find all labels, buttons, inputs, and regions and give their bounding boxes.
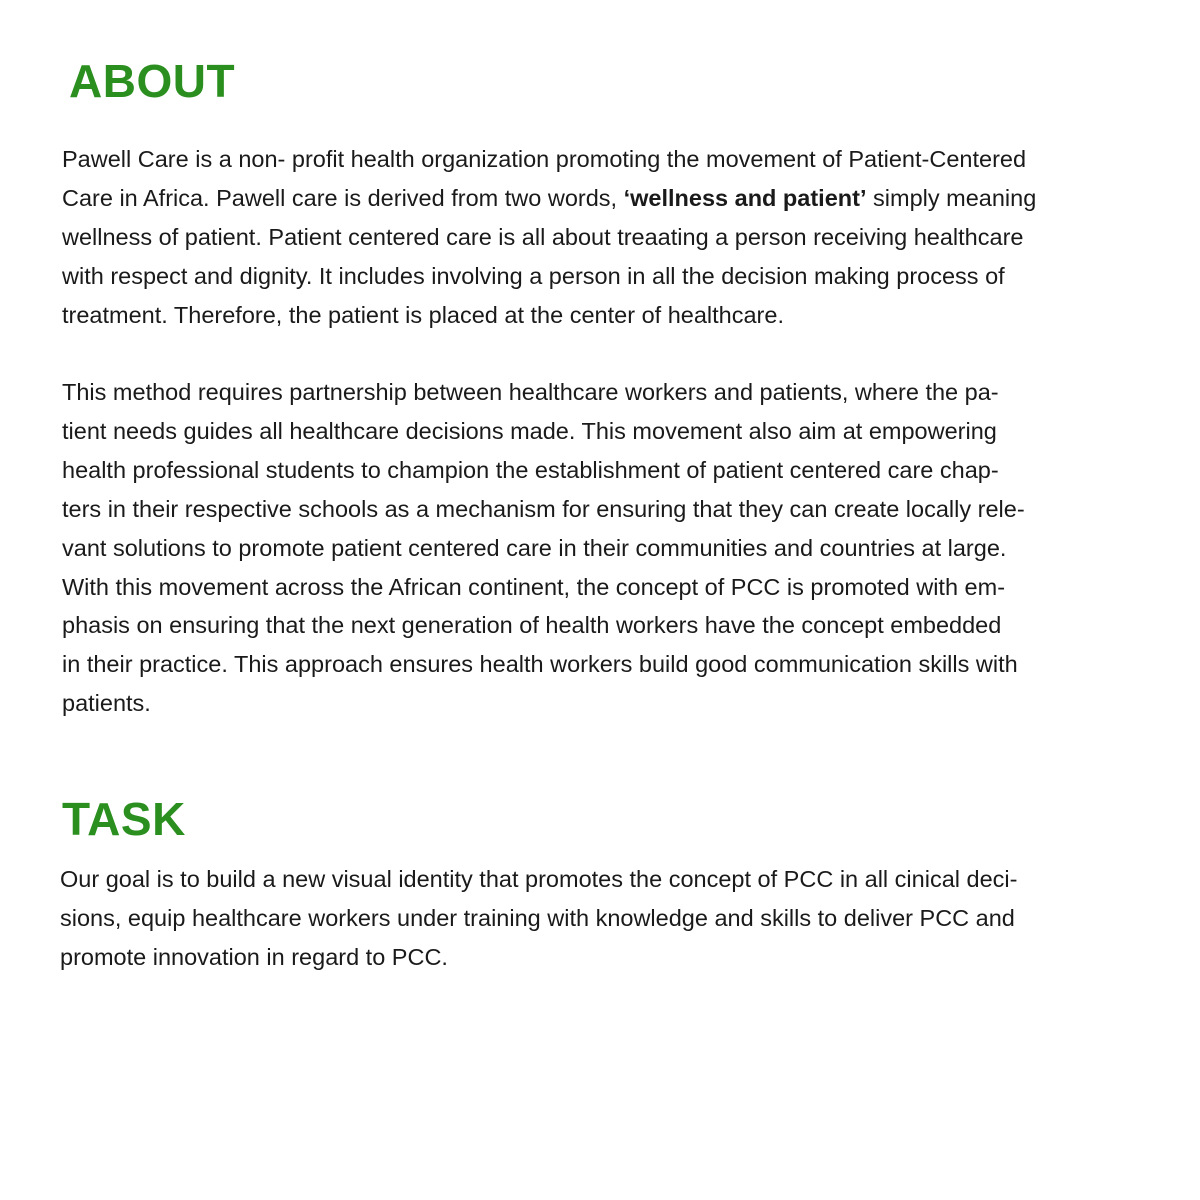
task-heading: TASK [62, 793, 186, 845]
emphasized-phrase: ‘wellness and patient’ [623, 184, 867, 211]
text-line: sions, equip healthcare workers under tr… [60, 904, 1015, 931]
text-line: phasis on ensuring that the next generat… [62, 612, 1002, 639]
text-line: vant solutions to promote patient center… [62, 534, 1007, 561]
text-line: in their practice. This approach ensures… [62, 651, 1018, 678]
about-paragraph-1: Pawell Care is a non- profit health orga… [62, 140, 1152, 335]
text-line: health professional students to champion… [62, 456, 999, 483]
text-segment: Care in Africa. Pawell care is derived f… [62, 184, 624, 211]
text-line: This method requires partnership between… [62, 379, 999, 405]
text-line: promote innovation in regard to PCC. [60, 943, 448, 970]
text-segment: simply meaning [866, 184, 1037, 211]
text-line: Care in Africa. Pawell care is derived f… [62, 179, 1152, 218]
text-line: with respect and dignity. It includes in… [62, 262, 1005, 289]
text-line: treatment. Therefore, the patient is pla… [62, 301, 784, 328]
text-line: With this movement across the African co… [62, 573, 1006, 600]
text-line: Pawell Care is a non- profit health orga… [62, 146, 1027, 172]
text-line: Our goal is to build a new visual identi… [60, 866, 1018, 892]
about-heading: ABOUT [69, 55, 236, 107]
about-paragraph-2: This method requires partnership between… [62, 373, 1152, 723]
text-line: wellness of patient. Patient centered ca… [62, 223, 1024, 250]
text-line: patients. [62, 690, 151, 717]
task-paragraph: Our goal is to build a new visual identi… [60, 860, 1150, 977]
text-line: ters in their respective schools as a me… [62, 495, 1025, 522]
text-line: tient needs guides all healthcare decisi… [62, 417, 997, 444]
